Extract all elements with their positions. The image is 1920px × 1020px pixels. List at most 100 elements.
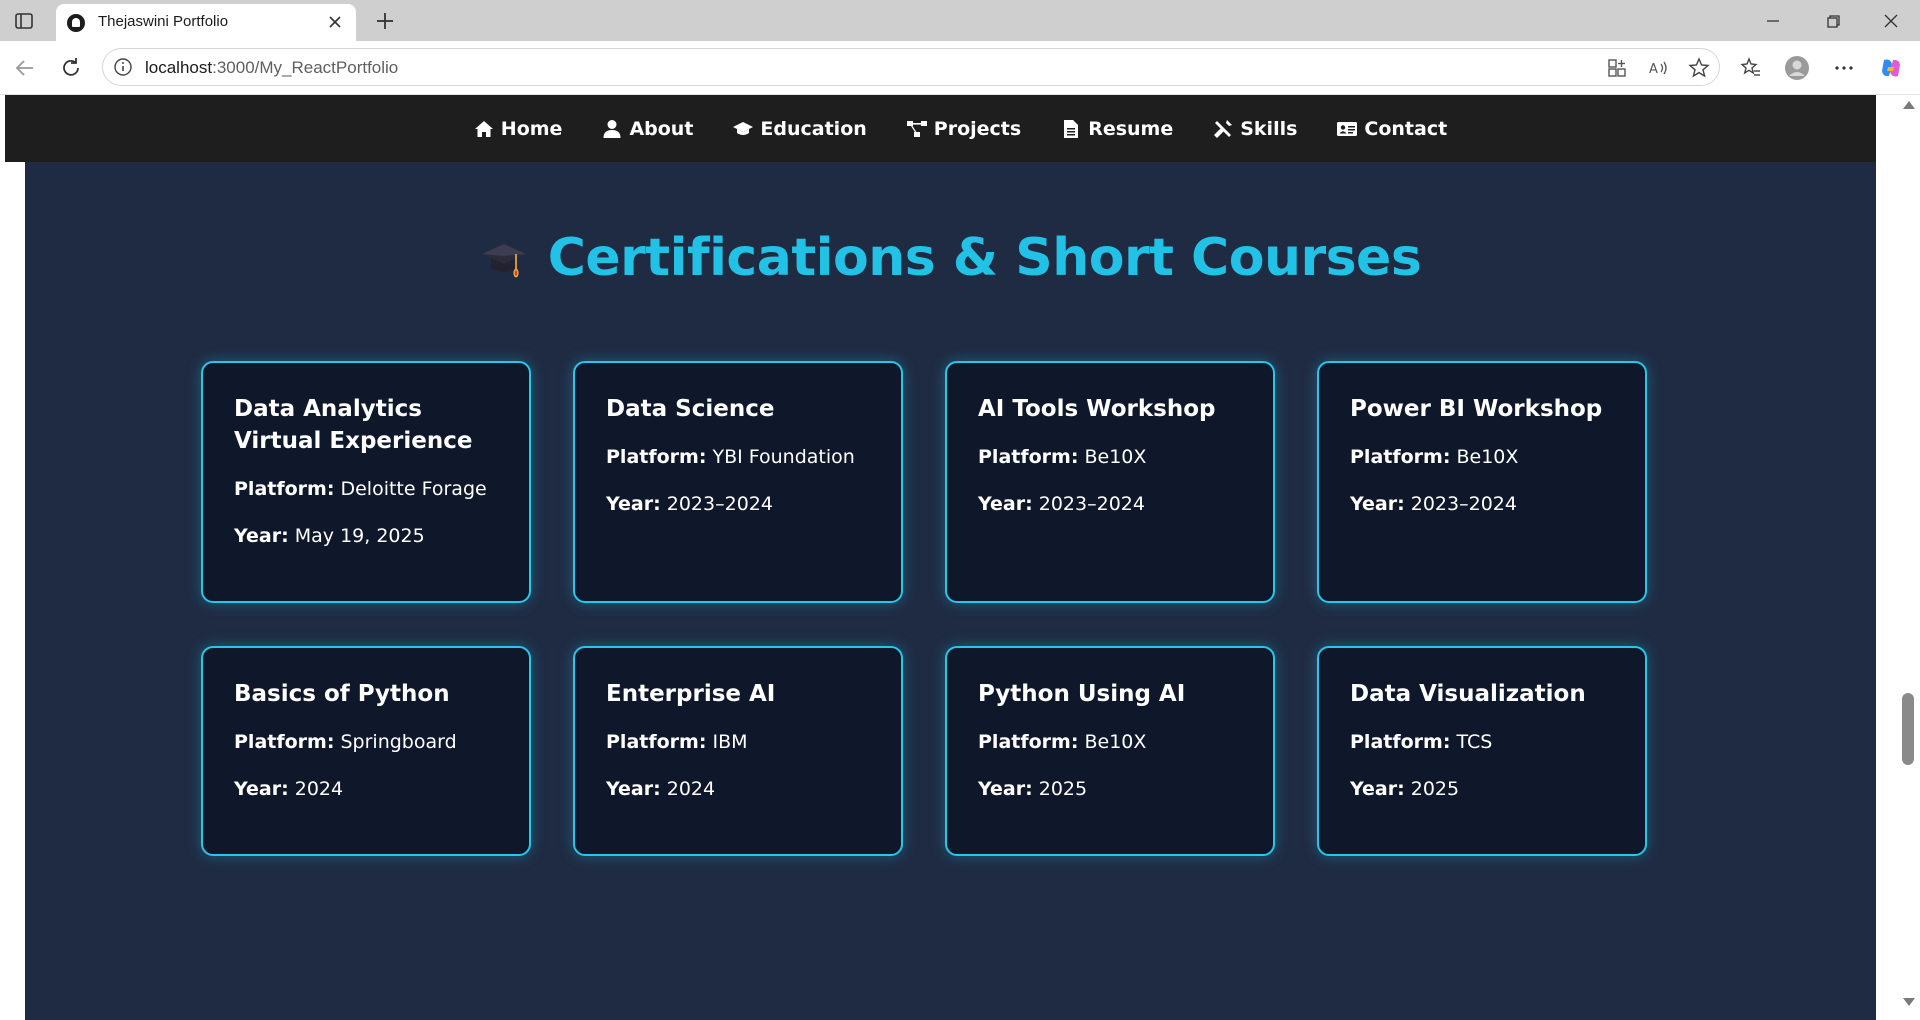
- nav-home-label: Home: [500, 117, 563, 140]
- certification-card: AI Tools Workshop Platform: Be10X Year: 20…: [945, 361, 1275, 603]
- card-platform: Platform: Be10X: [978, 727, 1243, 757]
- year-label: Year:: [978, 778, 1033, 800]
- platform-value: Be10X: [1084, 446, 1147, 468]
- address-bar[interactable]: localhost:3000/My_ReactPortfolio A: [102, 48, 1720, 86]
- profile-avatar-icon[interactable]: [1784, 55, 1810, 81]
- graduation-cap-icon: [733, 121, 754, 135]
- card-platform: Platform: TCS: [1350, 727, 1615, 757]
- certification-card: Data Visualization Platform: TCS Year: 202…: [1317, 646, 1647, 856]
- nav-resume-label: Resume: [1088, 117, 1174, 140]
- tools-icon: [1214, 119, 1233, 138]
- site-navbar: Home About Education Projects Resume Ski…: [5, 95, 1876, 162]
- nav-projects[interactable]: Projects: [906, 117, 1022, 140]
- scrollbar-thumb[interactable]: [1902, 693, 1914, 765]
- platform-value: Be10X: [1456, 446, 1519, 468]
- reload-icon[interactable]: [58, 55, 84, 81]
- platform-value: Deloitte Forage: [340, 478, 487, 500]
- platform-label: Platform:: [1350, 446, 1451, 468]
- card-title: Python Using AI: [978, 681, 1186, 707]
- card-platform: Platform: Be10X: [1350, 442, 1615, 472]
- card-title: Data Science: [606, 396, 775, 422]
- platform-label: Platform:: [1350, 731, 1451, 753]
- card-year: Year: 2024: [234, 774, 499, 804]
- app-available-icon[interactable]: [1605, 56, 1629, 80]
- scroll-up-arrow-icon[interactable]: [1903, 101, 1915, 109]
- platform-value: Springboard: [340, 731, 457, 753]
- year-label: Year:: [606, 493, 661, 515]
- year-value: 2023–2024: [666, 493, 773, 515]
- scroll-down-arrow-icon[interactable]: [1903, 998, 1915, 1006]
- new-tab-icon[interactable]: [372, 8, 398, 34]
- platform-value: Be10X: [1084, 731, 1147, 753]
- year-value: 2025: [1410, 778, 1460, 800]
- back-icon[interactable]: [12, 55, 38, 81]
- certification-card: Basics of Python Platform: Springboard Yea…: [201, 646, 531, 856]
- nav-projects-label: Projects: [933, 117, 1022, 140]
- home-icon: [474, 120, 493, 137]
- address-card-icon: [1337, 121, 1358, 136]
- platform-label: Platform:: [234, 478, 335, 500]
- project-diagram-icon: [906, 120, 927, 137]
- url-text[interactable]: localhost:3000/My_ReactPortfolio: [145, 58, 398, 78]
- year-value: 2024: [666, 778, 716, 800]
- more-options-icon[interactable]: [1831, 55, 1857, 81]
- card-title: Data Visualization: [1350, 681, 1586, 707]
- year-value: 2023–2024: [1038, 493, 1145, 515]
- graduation-cap-emoji-icon: [481, 244, 526, 278]
- platform-label: Platform:: [606, 446, 707, 468]
- certification-card: Data Science Platform: YBI Foundation Year…: [573, 361, 903, 603]
- year-label: Year:: [1350, 493, 1405, 515]
- close-window-icon[interactable]: [1878, 8, 1904, 34]
- card-year: Year: 2023–2024: [1350, 489, 1615, 519]
- card-platform: Platform: YBI Foundation: [606, 442, 871, 472]
- platform-value: IBM: [712, 731, 748, 753]
- close-tab-icon[interactable]: [324, 11, 346, 33]
- card-year: Year: 2025: [978, 774, 1243, 804]
- page-scrollbar[interactable]: [1896, 95, 1920, 1020]
- card-platform: Platform: Deloitte Forage: [234, 474, 499, 504]
- platform-value: YBI Foundation: [712, 446, 855, 468]
- nav-skills[interactable]: Skills: [1213, 118, 1297, 140]
- url-host: localhost: [145, 58, 213, 77]
- year-label: Year:: [234, 778, 289, 800]
- card-title: Power BI Workshop: [1350, 396, 1603, 422]
- platform-label: Platform:: [234, 731, 335, 753]
- card-year: Year: May 19, 2025: [234, 521, 499, 551]
- restore-icon[interactable]: [1820, 8, 1846, 34]
- certification-card: Data Analytics Virtual Experience Platfor…: [201, 361, 531, 603]
- browser-toolbar: localhost:3000/My_ReactPortfolio A: [0, 41, 1920, 95]
- favorite-star-icon[interactable]: [1687, 56, 1711, 80]
- copilot-icon[interactable]: [1878, 55, 1904, 81]
- year-label: Year:: [606, 778, 661, 800]
- card-title: Data Analytics Virtual Experience: [234, 396, 473, 454]
- user-icon: [603, 119, 621, 138]
- nav-resume[interactable]: Resume: [1061, 118, 1173, 140]
- year-label: Year:: [1350, 778, 1405, 800]
- platform-label: Platform:: [606, 731, 707, 753]
- card-title: Enterprise AI: [606, 681, 776, 707]
- year-value: 2024: [294, 778, 344, 800]
- platform-label: Platform:: [978, 446, 1079, 468]
- section-title: Certifications & Short Courses: [547, 228, 1422, 288]
- card-platform: Platform: IBM: [606, 727, 871, 757]
- platform-value: TCS: [1456, 731, 1493, 753]
- card-platform: Platform: Springboard: [234, 727, 499, 757]
- minimize-icon[interactable]: [1760, 8, 1786, 34]
- browser-tab[interactable]: Thejaswini Portfolio: [56, 4, 356, 41]
- svg-text:A: A: [1649, 62, 1658, 77]
- card-year: Year: 2023–2024: [606, 489, 871, 519]
- browser-tab-bar: Thejaswini Portfolio: [0, 0, 1920, 41]
- nav-education[interactable]: Education: [733, 118, 867, 140]
- year-label: Year:: [978, 493, 1033, 515]
- favorites-icon[interactable]: [1738, 55, 1764, 81]
- site-info-icon[interactable]: [113, 57, 133, 77]
- tab-actions-icon[interactable]: [12, 9, 36, 33]
- card-year: Year: 2023–2024: [978, 489, 1243, 519]
- nav-contact[interactable]: Contact: [1337, 118, 1447, 140]
- read-aloud-icon[interactable]: A: [1646, 56, 1670, 80]
- nav-about[interactable]: About: [602, 118, 693, 140]
- page-viewport: Home About Education Projects Resume Ski…: [0, 95, 1920, 1020]
- card-year: Year: 2025: [1350, 774, 1615, 804]
- nav-home[interactable]: Home: [474, 117, 563, 140]
- card-title: Basics of Python: [234, 681, 450, 707]
